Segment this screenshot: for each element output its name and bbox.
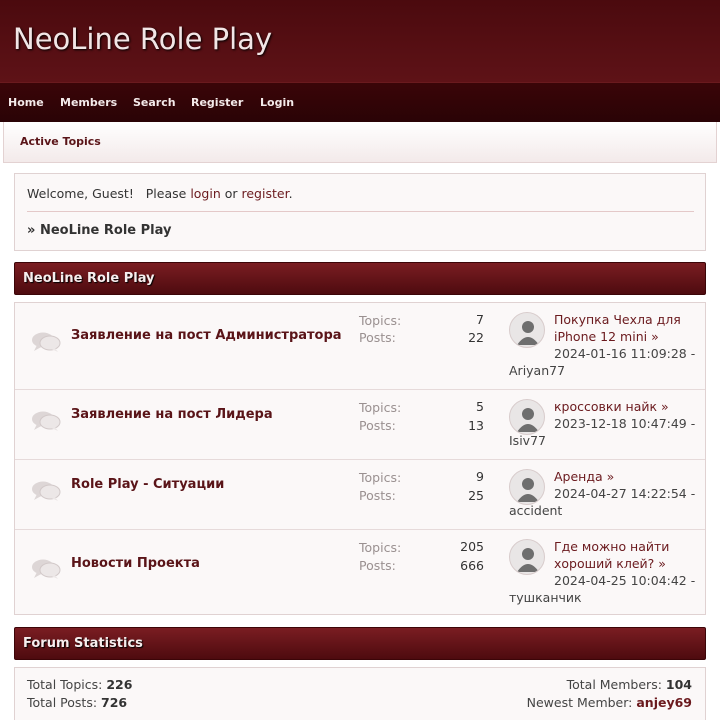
last-post-date: 2024-01-16 11:09:28 - [554,346,696,361]
total-topics: Total Topics: 226 [27,677,133,692]
board-row: Заявление на пост Лидера Topics: 5 Posts… [15,390,705,460]
speech-bubbles-icon [32,481,61,501]
nav-members[interactable]: Members [60,96,117,109]
last-post-meta: 2023-12-18 10:47:49 - Isiv77 [509,415,699,449]
total-posts: Total Posts: 726 [27,695,128,710]
divider [27,211,694,212]
board-title[interactable]: Role Play - Ситуации [71,477,224,492]
last-post-title[interactable]: Аренда » [554,468,699,485]
sub-navbar: Active Topics [3,122,717,163]
site-title[interactable]: NeoLine Role Play [13,22,272,56]
topics-count: 7 [476,312,484,327]
newest-member: Newest Member: anjey69 [526,695,692,710]
last-post-title[interactable]: кроссовки найк » [554,398,699,415]
last-post-title[interactable]: Где можно найти хороший клей? » [554,538,699,572]
board-title[interactable]: Заявление на пост Лидера [71,407,273,422]
last-post-user[interactable]: accident [509,503,562,518]
nav-login[interactable]: Login [260,96,294,109]
speech-bubbles-icon [32,332,61,352]
topics-count: 5 [476,399,484,414]
last-post-user[interactable]: тушканчик [509,590,582,605]
breadcrumb: » NeoLine Role Play [27,223,171,238]
posts-count: 666 [460,558,484,573]
board-title[interactable]: Заявление на пост Администратора [71,328,342,343]
total-members: Total Members: 104 [566,677,692,692]
board-title[interactable]: Новости Проекта [71,556,200,571]
breadcrumb-marker: » [27,223,36,238]
main-navbar: Home Members Search Register Login [0,82,720,122]
last-post-user[interactable]: Isiv77 [509,433,546,448]
welcome-prefix: Welcome, Guest! Please [27,186,191,201]
forum-statistics-header: Forum Statistics [14,627,706,660]
forum-statistics-panel: Total Topics: 226 Total Posts: 726 Total… [14,667,706,720]
last-post-meta: 2024-01-16 11:09:28 - Ariyan77 [509,345,699,379]
site-header: NeoLine Role Play [0,0,720,82]
board-row: Role Play - Ситуации Topics: 9 Posts: 25… [15,460,705,530]
nav-home[interactable]: Home [8,96,44,109]
topics-label: Topics: [359,540,402,555]
category-header: NeoLine Role Play [14,262,706,295]
forum-statistics-title: Forum Statistics [23,636,143,651]
nav-register[interactable]: Register [191,96,243,109]
topics-label: Topics: [359,313,402,328]
active-topics-link[interactable]: Active Topics [20,135,101,148]
last-post-date: 2024-04-27 14:22:54 - [554,486,696,501]
board-list: Заявление на пост Администратора Topics:… [14,302,706,615]
last-post-meta: 2024-04-27 14:22:54 - accident [509,485,699,519]
user-avatar-icon[interactable] [509,539,545,575]
board-row: Новости Проекта Topics: 205 Posts: 666 Г… [15,530,705,615]
welcome-or: or [220,186,242,201]
posts-label: Posts: [359,488,396,503]
posts-count: 13 [468,418,484,433]
welcome-panel: Welcome, Guest! Please login or register… [14,173,706,251]
breadcrumb-item[interactable]: NeoLine Role Play [40,223,172,238]
nav-search[interactable]: Search [133,96,176,109]
topics-count: 9 [476,469,484,484]
speech-bubbles-icon [32,411,61,431]
posts-label: Posts: [359,418,396,433]
posts-count: 22 [468,330,484,345]
welcome-suffix: . [288,186,293,201]
register-link[interactable]: register [242,186,289,201]
last-post-meta: 2024-04-25 10:04:42 - тушканчик [509,572,699,606]
posts-count: 25 [468,488,484,503]
topics-label: Topics: [359,400,402,415]
topics-count: 205 [460,539,484,554]
last-post-date: 2024-04-25 10:04:42 - [554,573,696,588]
last-post-user[interactable]: Ariyan77 [509,363,565,378]
speech-bubbles-icon [32,559,61,579]
newest-member-link[interactable]: anjey69 [636,695,692,710]
user-avatar-icon[interactable] [509,312,545,348]
category-title[interactable]: NeoLine Role Play [23,271,155,286]
login-link[interactable]: login [190,186,220,201]
last-post-date: 2023-12-18 10:47:49 - [554,416,696,431]
topics-label: Topics: [359,470,402,485]
posts-label: Posts: [359,330,396,345]
posts-label: Posts: [359,558,396,573]
board-row: Заявление на пост Администратора Topics:… [15,303,705,390]
last-post-title[interactable]: Покупка Чехла для iPhone 12 mini » [554,311,699,345]
welcome-message: Welcome, Guest! Please login or register… [27,186,293,201]
